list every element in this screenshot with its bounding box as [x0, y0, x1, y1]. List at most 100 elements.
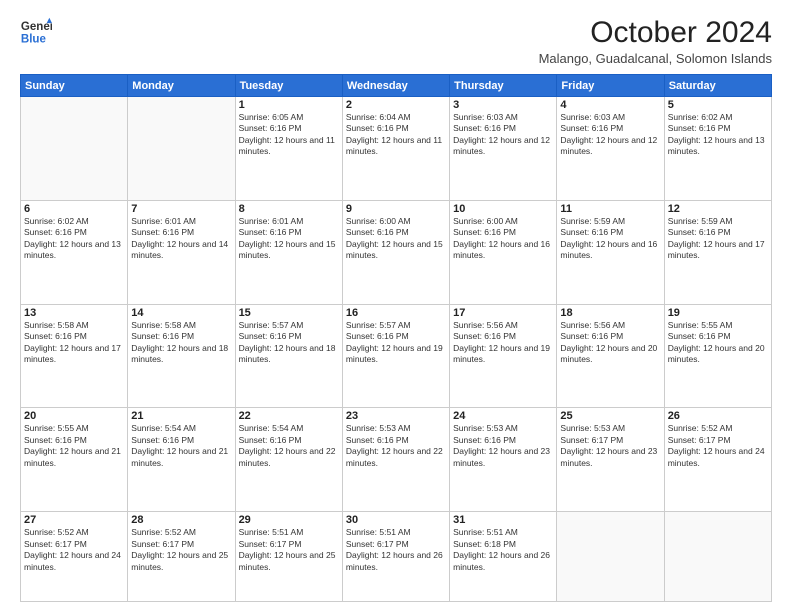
calendar-cell: 19Sunrise: 5:55 AM Sunset: 6:16 PM Dayli… [664, 304, 771, 408]
cell-details: Sunrise: 5:58 AM Sunset: 6:16 PM Dayligh… [131, 320, 231, 366]
calendar-cell: 15Sunrise: 5:57 AM Sunset: 6:16 PM Dayli… [235, 304, 342, 408]
weekday-header-tuesday: Tuesday [235, 75, 342, 97]
day-number: 30 [346, 514, 446, 526]
calendar-cell: 29Sunrise: 5:51 AM Sunset: 6:17 PM Dayli… [235, 512, 342, 602]
day-number: 31 [453, 514, 553, 526]
cell-details: Sunrise: 6:01 AM Sunset: 6:16 PM Dayligh… [239, 216, 339, 262]
calendar-cell: 26Sunrise: 5:52 AM Sunset: 6:17 PM Dayli… [664, 408, 771, 512]
day-number: 4 [560, 99, 660, 111]
calendar-cell: 21Sunrise: 5:54 AM Sunset: 6:16 PM Dayli… [128, 408, 235, 512]
day-number: 13 [24, 307, 124, 319]
cell-details: Sunrise: 6:05 AM Sunset: 6:16 PM Dayligh… [239, 112, 339, 158]
calendar-cell: 8Sunrise: 6:01 AM Sunset: 6:16 PM Daylig… [235, 200, 342, 304]
day-number: 16 [346, 307, 446, 319]
cell-details: Sunrise: 6:03 AM Sunset: 6:16 PM Dayligh… [560, 112, 660, 158]
cell-details: Sunrise: 5:51 AM Sunset: 6:17 PM Dayligh… [239, 527, 339, 573]
logo-icon: General Blue [20, 16, 52, 48]
calendar-cell: 22Sunrise: 5:54 AM Sunset: 6:16 PM Dayli… [235, 408, 342, 512]
weekday-header-friday: Friday [557, 75, 664, 97]
day-number: 2 [346, 99, 446, 111]
subtitle: Malango, Guadalcanal, Solomon Islands [539, 51, 772, 66]
svg-text:Blue: Blue [21, 34, 47, 46]
cell-details: Sunrise: 6:03 AM Sunset: 6:16 PM Dayligh… [453, 112, 553, 158]
header: General Blue October 2024 Malango, Guada… [20, 16, 772, 66]
calendar-cell: 10Sunrise: 6:00 AM Sunset: 6:16 PM Dayli… [450, 200, 557, 304]
day-number: 11 [560, 203, 660, 215]
cell-details: Sunrise: 6:01 AM Sunset: 6:16 PM Dayligh… [131, 216, 231, 262]
calendar-cell: 18Sunrise: 5:56 AM Sunset: 6:16 PM Dayli… [557, 304, 664, 408]
cell-details: Sunrise: 5:59 AM Sunset: 6:16 PM Dayligh… [668, 216, 768, 262]
cell-details: Sunrise: 6:02 AM Sunset: 6:16 PM Dayligh… [24, 216, 124, 262]
calendar-cell: 23Sunrise: 5:53 AM Sunset: 6:16 PM Dayli… [342, 408, 449, 512]
cell-details: Sunrise: 5:53 AM Sunset: 6:17 PM Dayligh… [560, 423, 660, 469]
title-block: October 2024 Malango, Guadalcanal, Solom… [539, 16, 772, 66]
cell-details: Sunrise: 5:53 AM Sunset: 6:16 PM Dayligh… [346, 423, 446, 469]
day-number: 3 [453, 99, 553, 111]
day-number: 10 [453, 203, 553, 215]
calendar-cell [664, 512, 771, 602]
logo: General Blue [20, 16, 52, 48]
page: General Blue October 2024 Malango, Guada… [0, 0, 792, 612]
calendar-cell: 28Sunrise: 5:52 AM Sunset: 6:17 PM Dayli… [128, 512, 235, 602]
day-number: 27 [24, 514, 124, 526]
day-number: 21 [131, 410, 231, 422]
day-number: 12 [668, 203, 768, 215]
calendar-cell [557, 512, 664, 602]
cell-details: Sunrise: 5:55 AM Sunset: 6:16 PM Dayligh… [24, 423, 124, 469]
calendar-cell: 31Sunrise: 5:51 AM Sunset: 6:18 PM Dayli… [450, 512, 557, 602]
calendar-cell: 13Sunrise: 5:58 AM Sunset: 6:16 PM Dayli… [21, 304, 128, 408]
day-number: 20 [24, 410, 124, 422]
calendar-cell: 3Sunrise: 6:03 AM Sunset: 6:16 PM Daylig… [450, 97, 557, 201]
day-number: 1 [239, 99, 339, 111]
calendar-cell: 11Sunrise: 5:59 AM Sunset: 6:16 PM Dayli… [557, 200, 664, 304]
calendar-table: SundayMondayTuesdayWednesdayThursdayFrid… [20, 74, 772, 602]
cell-details: Sunrise: 5:59 AM Sunset: 6:16 PM Dayligh… [560, 216, 660, 262]
day-number: 8 [239, 203, 339, 215]
cell-details: Sunrise: 5:54 AM Sunset: 6:16 PM Dayligh… [239, 423, 339, 469]
calendar-cell: 14Sunrise: 5:58 AM Sunset: 6:16 PM Dayli… [128, 304, 235, 408]
calendar-cell: 6Sunrise: 6:02 AM Sunset: 6:16 PM Daylig… [21, 200, 128, 304]
weekday-header-thursday: Thursday [450, 75, 557, 97]
cell-details: Sunrise: 6:00 AM Sunset: 6:16 PM Dayligh… [453, 216, 553, 262]
cell-details: Sunrise: 5:58 AM Sunset: 6:16 PM Dayligh… [24, 320, 124, 366]
day-number: 28 [131, 514, 231, 526]
weekday-header-monday: Monday [128, 75, 235, 97]
cell-details: Sunrise: 6:00 AM Sunset: 6:16 PM Dayligh… [346, 216, 446, 262]
day-number: 7 [131, 203, 231, 215]
cell-details: Sunrise: 5:52 AM Sunset: 6:17 PM Dayligh… [131, 527, 231, 573]
day-number: 17 [453, 307, 553, 319]
cell-details: Sunrise: 5:52 AM Sunset: 6:17 PM Dayligh… [668, 423, 768, 469]
day-number: 15 [239, 307, 339, 319]
day-number: 5 [668, 99, 768, 111]
cell-details: Sunrise: 5:57 AM Sunset: 6:16 PM Dayligh… [239, 320, 339, 366]
cell-details: Sunrise: 6:02 AM Sunset: 6:16 PM Dayligh… [668, 112, 768, 158]
weekday-header-sunday: Sunday [21, 75, 128, 97]
weekday-header-wednesday: Wednesday [342, 75, 449, 97]
cell-details: Sunrise: 5:57 AM Sunset: 6:16 PM Dayligh… [346, 320, 446, 366]
calendar-cell: 20Sunrise: 5:55 AM Sunset: 6:16 PM Dayli… [21, 408, 128, 512]
cell-details: Sunrise: 5:51 AM Sunset: 6:18 PM Dayligh… [453, 527, 553, 573]
cell-details: Sunrise: 5:53 AM Sunset: 6:16 PM Dayligh… [453, 423, 553, 469]
day-number: 18 [560, 307, 660, 319]
calendar-cell [21, 97, 128, 201]
day-number: 24 [453, 410, 553, 422]
day-number: 25 [560, 410, 660, 422]
calendar-cell: 2Sunrise: 6:04 AM Sunset: 6:16 PM Daylig… [342, 97, 449, 201]
day-number: 26 [668, 410, 768, 422]
calendar-cell: 17Sunrise: 5:56 AM Sunset: 6:16 PM Dayli… [450, 304, 557, 408]
cell-details: Sunrise: 5:54 AM Sunset: 6:16 PM Dayligh… [131, 423, 231, 469]
weekday-header-saturday: Saturday [664, 75, 771, 97]
cell-details: Sunrise: 6:04 AM Sunset: 6:16 PM Dayligh… [346, 112, 446, 158]
cell-details: Sunrise: 5:56 AM Sunset: 6:16 PM Dayligh… [560, 320, 660, 366]
day-number: 23 [346, 410, 446, 422]
day-number: 19 [668, 307, 768, 319]
cell-details: Sunrise: 5:52 AM Sunset: 6:17 PM Dayligh… [24, 527, 124, 573]
day-number: 29 [239, 514, 339, 526]
day-number: 6 [24, 203, 124, 215]
calendar-cell: 27Sunrise: 5:52 AM Sunset: 6:17 PM Dayli… [21, 512, 128, 602]
calendar-cell: 7Sunrise: 6:01 AM Sunset: 6:16 PM Daylig… [128, 200, 235, 304]
calendar-cell [128, 97, 235, 201]
day-number: 22 [239, 410, 339, 422]
cell-details: Sunrise: 5:51 AM Sunset: 6:17 PM Dayligh… [346, 527, 446, 573]
day-number: 9 [346, 203, 446, 215]
